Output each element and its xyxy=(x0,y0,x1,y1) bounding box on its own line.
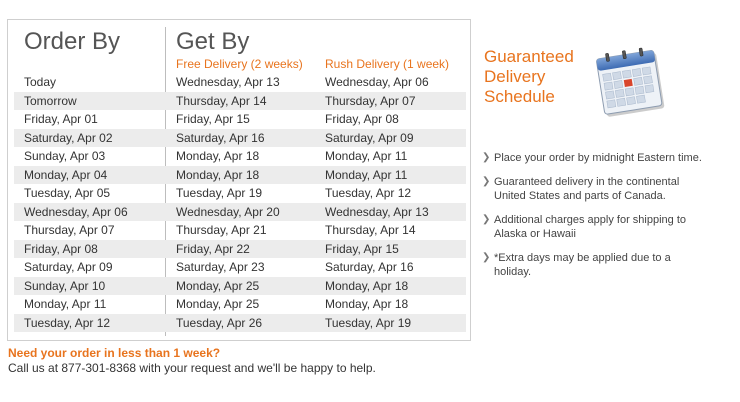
free-delivery-heading: Free Delivery (2 weeks) xyxy=(176,57,303,71)
guaranteed-delivery-schedule-title: Guaranteed Delivery Schedule xyxy=(484,47,594,107)
note-item: ❯ Additional charges apply for shipping t… xyxy=(482,213,702,241)
order-date-cell: Tuesday, Apr 12 xyxy=(24,315,111,330)
rush-delivery-date-cell: Wednesday, Apr 06 xyxy=(325,75,429,89)
note-text: *Extra days may be applied due to a holi… xyxy=(494,252,671,278)
free-delivery-date-cell: Tuesday, Apr 26 xyxy=(176,315,263,330)
order-date-cell: Saturday, Apr 02 xyxy=(24,130,113,145)
arrow-bullet-icon: ❯ xyxy=(482,252,491,263)
table-row: Tuesday, Apr 05 Tuesday, Apr 19 Tuesday, A… xyxy=(14,184,466,203)
table-row: Tomorrow Thursday, Apr 14 Thursday, Apr 07 xyxy=(14,91,466,110)
order-date-cell: Friday, Apr 01 xyxy=(24,112,98,126)
note-text: Place your order by midnight Eastern tim… xyxy=(494,152,702,164)
rush-delivery-date-cell: Tuesday, Apr 19 xyxy=(325,315,412,330)
arrow-bullet-icon: ❯ xyxy=(482,176,491,187)
table-row: Friday, Apr 08 Friday, Apr 22 Friday, Apr … xyxy=(14,239,466,258)
table-row: Today Wednesday, Apr 13 Wednesday, Apr 06 xyxy=(14,73,466,92)
rush-delivery-date-cell: Saturday, Apr 16 xyxy=(325,260,414,274)
rush-delivery-heading: Rush Delivery (1 week) xyxy=(325,57,450,71)
rush-delivery-date-cell: Monday, Apr 11 xyxy=(325,167,408,182)
cta-phone-text: Call us at 877-301-8368 with your reques… xyxy=(8,361,376,375)
free-delivery-date-cell: Monday, Apr 25 xyxy=(176,297,260,311)
order-date-cell: Sunday, Apr 10 xyxy=(24,278,106,293)
note-item: ❯ Guaranteed delivery in the continental … xyxy=(482,175,702,203)
table-row: Thursday, Apr 07 Thursday, Apr 21 Thursday… xyxy=(14,221,466,240)
free-delivery-date-cell: Wednesday, Apr 20 xyxy=(176,204,280,219)
rush-delivery-date-cell: Friday, Apr 15 xyxy=(325,241,399,256)
calendar-icon xyxy=(596,47,665,117)
order-date-cell: Saturday, Apr 09 xyxy=(24,260,113,274)
rush-delivery-date-cell: Thursday, Apr 07 xyxy=(325,93,416,108)
free-delivery-date-cell: Thursday, Apr 21 xyxy=(176,223,267,237)
title-line: Schedule xyxy=(484,87,555,106)
free-delivery-date-cell: Monday, Apr 25 xyxy=(176,278,260,293)
rush-delivery-date-cell: Monday, Apr 18 xyxy=(325,297,409,311)
free-delivery-date-cell: Friday, Apr 15 xyxy=(176,112,250,126)
order-date-cell: Monday, Apr 11 xyxy=(24,297,107,311)
table-row: Tuesday, Apr 12 Tuesday, Apr 26 Tuesday, A… xyxy=(14,313,466,332)
free-delivery-date-cell: Monday, Apr 18 xyxy=(176,149,260,163)
table-row: Sunday, Apr 03 Monday, Apr 18 Monday, Apr … xyxy=(14,147,466,166)
get-by-heading: Get By xyxy=(176,28,250,55)
delivery-notes: ❯ Place your order by midnight Eastern ti… xyxy=(482,151,702,289)
free-delivery-date-cell: Saturday, Apr 16 xyxy=(176,130,265,145)
order-date-cell: Today xyxy=(24,75,57,89)
cta-heading: Need your order in less than 1 week? xyxy=(8,346,221,360)
note-item: ❯ Place your order by midnight Eastern ti… xyxy=(482,151,702,165)
order-date-cell: Monday, Apr 04 xyxy=(24,167,108,182)
order-date-cell: Friday, Apr 08 xyxy=(24,241,98,256)
arrow-bullet-icon: ❯ xyxy=(482,152,491,163)
free-delivery-date-cell: Saturday, Apr 23 xyxy=(176,260,265,274)
table-row: Saturday, Apr 02 Saturday, Apr 16 Saturday… xyxy=(14,128,466,147)
free-delivery-date-cell: Wednesday, Apr 13 xyxy=(176,75,280,89)
order-date-cell: Tomorrow xyxy=(24,93,77,108)
table-row: Monday, Apr 04 Monday, Apr 18 Monday, Apr … xyxy=(14,165,466,184)
order-date-cell: Thursday, Apr 07 xyxy=(24,223,115,237)
order-date-cell: Sunday, Apr 03 xyxy=(24,149,106,163)
title-line: Guaranteed xyxy=(484,47,574,66)
free-delivery-date-cell: Friday, Apr 22 xyxy=(176,241,250,256)
table-row: Saturday, Apr 09 Saturday, Apr 23 Saturday… xyxy=(14,258,466,277)
table-row: Sunday, Apr 10 Monday, Apr 25 Monday, Apr … xyxy=(14,276,466,295)
table-row: Wednesday, Apr 06 Wednesday, Apr 20 Wednes… xyxy=(14,202,466,221)
order-by-heading: Order By xyxy=(24,28,121,55)
title-line: Delivery xyxy=(484,67,546,86)
schedule-rows: Today Wednesday, Apr 13 Wednesday, Apr 06 T… xyxy=(14,73,466,332)
free-delivery-date-cell: Tuesday, Apr 19 xyxy=(176,186,263,200)
arrow-bullet-icon: ❯ xyxy=(482,214,491,225)
rush-delivery-date-cell: Tuesday, Apr 12 xyxy=(325,186,412,200)
order-date-cell: Tuesday, Apr 05 xyxy=(24,186,111,200)
rush-delivery-date-cell: Monday, Apr 18 xyxy=(325,278,409,293)
rush-delivery-date-cell: Thursday, Apr 14 xyxy=(325,223,416,237)
note-item: ❯ *Extra days may be applied due to a hol… xyxy=(482,251,702,279)
order-date-cell: Wednesday, Apr 06 xyxy=(24,204,128,219)
table-row: Friday, Apr 01 Friday, Apr 15 Friday, Apr … xyxy=(14,110,466,129)
rush-delivery-date-cell: Wednesday, Apr 13 xyxy=(325,204,429,219)
note-text: Additional charges apply for shipping to… xyxy=(494,214,687,240)
free-delivery-date-cell: Monday, Apr 18 xyxy=(176,167,260,182)
rush-delivery-date-cell: Friday, Apr 08 xyxy=(325,112,399,126)
rush-delivery-date-cell: Saturday, Apr 09 xyxy=(325,130,414,145)
note-text: Guaranteed delivery in the continental U… xyxy=(494,176,680,202)
table-row: Monday, Apr 11 Monday, Apr 25 Monday, Apr … xyxy=(14,295,466,314)
rush-delivery-date-cell: Monday, Apr 11 xyxy=(325,149,408,163)
free-delivery-date-cell: Thursday, Apr 14 xyxy=(176,93,267,108)
